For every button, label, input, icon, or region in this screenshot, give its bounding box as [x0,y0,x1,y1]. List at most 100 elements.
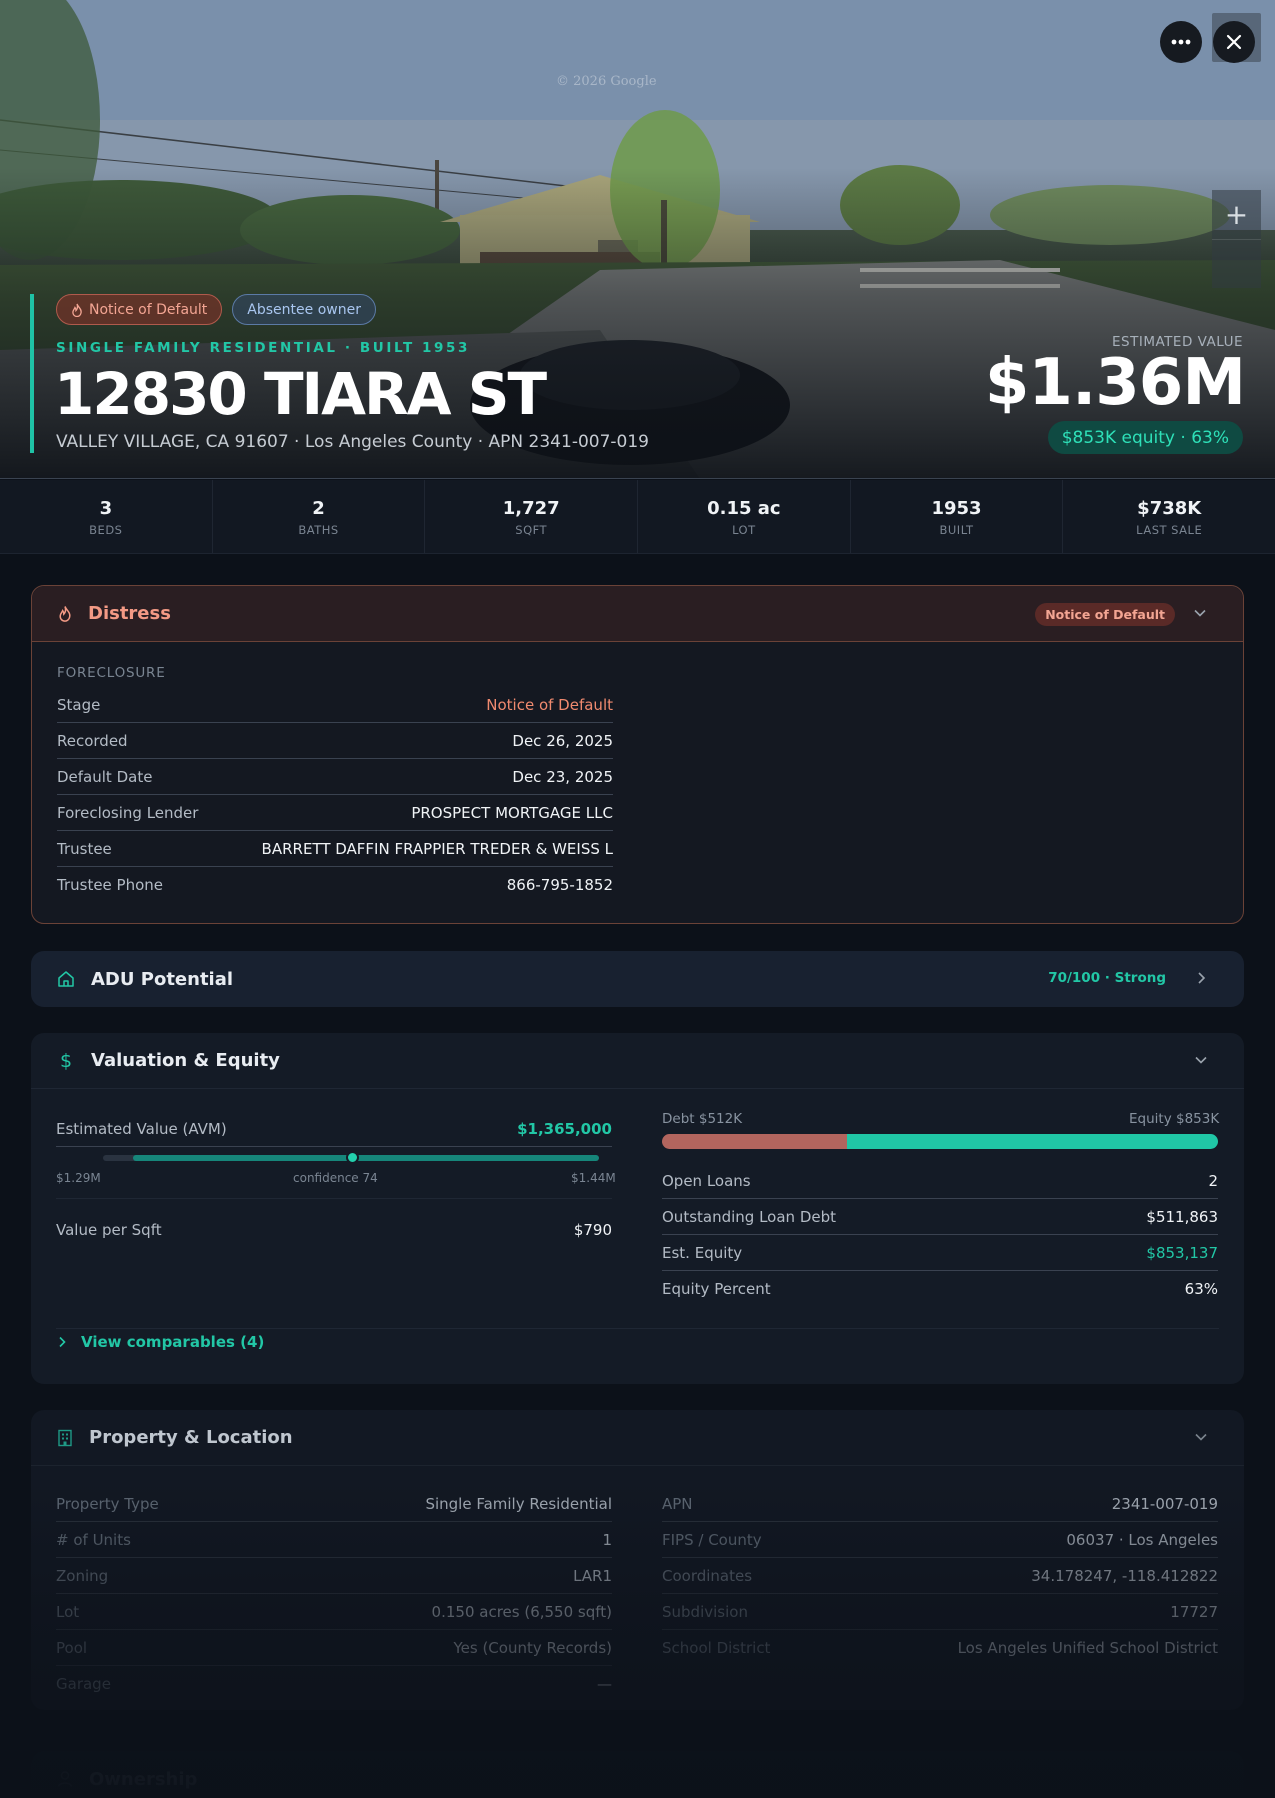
row-key: Trustee [57,839,112,858]
home-icon [58,971,74,987]
chevron-right-icon [59,1336,66,1348]
property-location-card: Property & Location Property Type Single … [31,1410,1244,1710]
stat-value: 1,727 [502,498,560,519]
avm-row: Estimated Value (AVM) $1,365,000 [56,1111,612,1147]
stat-value: 2 [312,498,325,519]
stat-label: BUILT [939,523,974,537]
row-key: # of Units [56,1530,131,1549]
property-card-header[interactable]: Property & Location [31,1410,1244,1466]
dollar-icon: $ [59,1049,73,1072]
row-value: Dec 26, 2025 [512,731,613,750]
zoom-in-button[interactable]: + [1212,190,1261,239]
distress-card: Distress Notice of Default FORECLOSURE S… [31,585,1244,924]
stat-built: 1953 BUILT [851,480,1064,553]
stat-label: BATHS [298,523,339,537]
flame-icon [72,303,82,317]
row-key: Equity Percent [662,1280,771,1298]
detail-row: FIPS / County 06037 · Los Angeles [662,1522,1218,1558]
chevron-down-icon[interactable] [1193,606,1207,620]
debt-label: Debt $512K [662,1111,743,1127]
card-title: ADU Potential [91,968,234,990]
property-subaddress: VALLEY VILLAGE, CA 91607 · Los Angeles C… [56,432,649,452]
detail-row: Zoning LAR1 [56,1558,612,1594]
row-value: LAR1 [573,1566,612,1585]
row-key: Foreclosing Lender [57,803,199,822]
row-key: FIPS / County [662,1530,762,1549]
stat-label: SQFT [515,523,548,537]
more-options-button[interactable] [1160,21,1202,63]
detail-row: # of Units 1 [56,1522,612,1558]
chevron-down-icon[interactable] [1194,1430,1208,1444]
row-key: Pool [56,1638,88,1657]
section-label: FORECLOSURE [57,665,166,681]
card-title: Property & Location [89,1427,293,1448]
equity-segment [847,1134,1218,1149]
detail-row: Stage Notice of Default [57,687,613,723]
row-key: Subdivision [662,1602,748,1621]
adu-potential-card[interactable]: ADU Potential 70/100 · Strong [31,951,1244,1007]
detail-row: Default Date Dec 23, 2025 [57,759,613,795]
row-key: Coordinates [662,1566,753,1585]
detail-row: Foreclosing Lender PROSPECT MORTGAGE LLC [57,795,613,831]
notice-of-default-badge: Notice of Default [56,294,223,325]
detail-row: Outstanding Loan Debt $511,863 [662,1199,1218,1235]
more-icon [1171,39,1191,45]
chevron-right-icon[interactable] [1194,971,1208,985]
card-title: Ownership [89,1768,198,1790]
property-address: 12830 TIARA ST [54,360,547,428]
valuation-card-header[interactable]: $ Valuation & Equity [31,1033,1244,1089]
row-value: Los Angeles Unified School District [957,1639,1218,1657]
detail-row: Equity Percent 63% [662,1271,1218,1307]
row-value: Notice of Default [486,695,613,714]
map-zoom-controls: + − [1212,190,1261,288]
close-icon [1226,34,1242,50]
row-value: $511,863 [1146,1207,1218,1226]
row-value: BARRETT DAFFIN FRAPPIER TREDER & WEISS L [261,839,613,858]
card-title: Distress [88,603,171,624]
stat-label: LAST SALE [1136,523,1203,537]
detail-row: APN 2341-007-019 [662,1486,1218,1522]
avm-estimate-marker [346,1151,360,1164]
row-value: Single Family Residential [425,1494,612,1513]
stat-label: LOT [732,523,756,537]
divider [56,1198,612,1199]
equity-pill: $853K equity · 63% [1047,421,1243,454]
hero-accent-line [30,294,34,453]
status-badges: Notice of Default Absentee owner [56,294,376,325]
detail-row: School District Los Angeles Unified Schoo… [662,1630,1218,1666]
property-stats-bar: 3 BEDS 2 BATHS 1,727 SQFT 0.15 ac LOT 1953 BU… [0,480,1275,554]
close-button[interactable] [1213,21,1255,63]
stat-value: 1953 [931,498,982,519]
row-value: $853,137 [1146,1243,1218,1262]
row-key: Outstanding Loan Debt [662,1207,836,1226]
status-badge: Notice of Default [1035,603,1175,626]
row-key: Trustee Phone [57,876,164,894]
equity-label: Equity $853K [1129,1111,1220,1127]
link-label: View comparables (4) [81,1333,265,1351]
detail-row: Est. Equity $853,137 [662,1235,1218,1271]
debt-equity-bar [662,1134,1218,1149]
chevron-down-icon[interactable] [1194,1053,1208,1067]
row-key: Recorded [57,731,128,750]
detail-row: Open Loans 2 [662,1163,1218,1199]
adu-card-header[interactable]: ADU Potential 70/100 · Strong [31,951,1244,1007]
ownership-card[interactable]: Ownership [31,1751,1244,1798]
zoom-out-button[interactable]: − [1212,239,1261,288]
card-title: Valuation & Equity [91,1050,280,1071]
debt-segment [662,1134,847,1149]
row-value: 1 [602,1530,612,1549]
ownership-card-header[interactable]: Ownership [31,1751,1244,1798]
row-value: 0.150 acres (6,550 sqft) [431,1602,612,1621]
stat-label: BEDS [89,523,123,537]
distress-card-header[interactable]: Distress Notice of Default [32,586,1243,642]
stat-value: 3 [99,498,113,519]
detail-row: Subdivision 17727 [662,1594,1218,1630]
building-icon [58,1429,72,1446]
row-value: PROSPECT MORTGAGE LLC [411,803,613,822]
row-value: 34.178247, -118.412822 [1031,1566,1218,1585]
view-comparables-link[interactable]: View comparables (4) [57,1333,264,1351]
row-key: School District [662,1639,771,1657]
row-key: Value per Sqft [56,1221,162,1239]
row-value: 2341-007-019 [1111,1494,1218,1513]
avm-range-fill [133,1155,599,1161]
